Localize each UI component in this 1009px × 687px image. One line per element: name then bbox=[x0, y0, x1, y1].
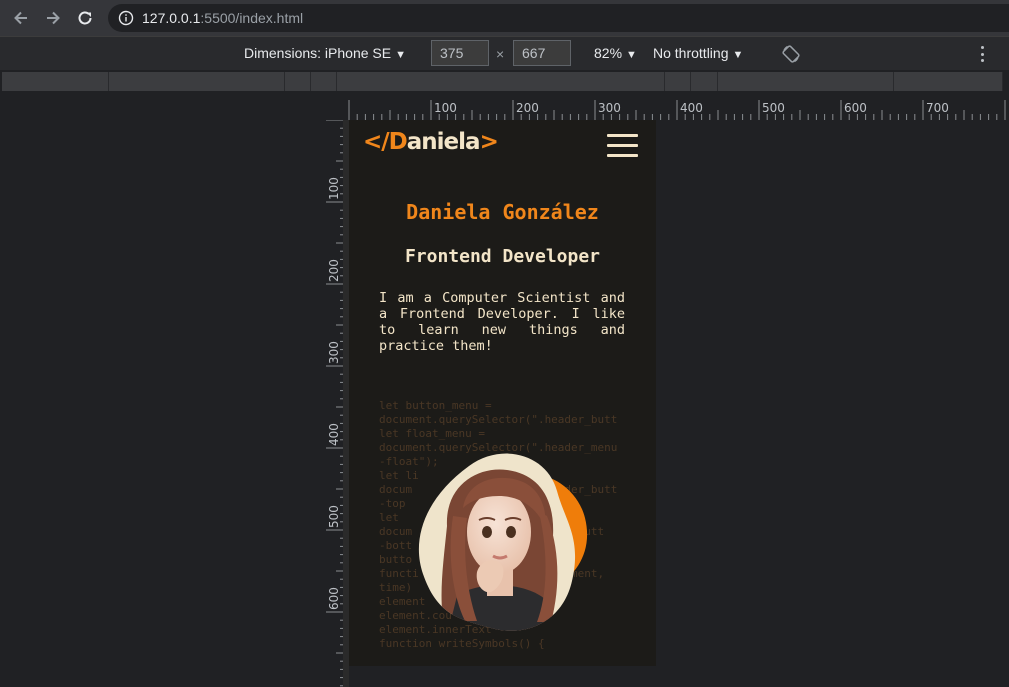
ruler-label: 300 bbox=[327, 341, 341, 364]
ruler-label: 700 bbox=[926, 101, 949, 115]
media-query-segment[interactable] bbox=[718, 72, 894, 91]
throttling-label: No throttling bbox=[653, 45, 729, 61]
avatar bbox=[418, 453, 588, 631]
media-query-segment[interactable] bbox=[665, 72, 691, 91]
back-arrow-icon[interactable] bbox=[9, 6, 33, 30]
dropdown-caret-icon: ▼ bbox=[732, 49, 744, 61]
media-query-segment[interactable] bbox=[894, 72, 1003, 91]
media-query-segment[interactable] bbox=[109, 72, 285, 91]
horizontal-ruler: 100 200 300 400 500 600 700 bbox=[348, 100, 1006, 120]
forward-arrow-icon[interactable] bbox=[41, 6, 65, 30]
browser-toolbar: 127.0.0.1:5500/index.html bbox=[0, 0, 1009, 36]
info-icon[interactable] bbox=[118, 10, 134, 26]
media-query-segment[interactable] bbox=[285, 72, 311, 91]
url-text: 127.0.0.1:5500/index.html bbox=[142, 10, 303, 26]
address-bar[interactable]: 127.0.0.1:5500/index.html bbox=[108, 4, 1009, 32]
media-query-segment[interactable] bbox=[311, 72, 337, 91]
logo-open-tag: </ bbox=[363, 129, 390, 155]
device-viewport: </Daniela> Daniela González Frontend Dev… bbox=[349, 120, 656, 666]
url-host: 127.0.0.1 bbox=[142, 10, 201, 26]
times-separator: × bbox=[496, 46, 505, 62]
logo-close-tag: > bbox=[479, 129, 499, 155]
device-toolbar: Dimensions: iPhone SE ▼ 375 × 667 82% ▼ No… bbox=[0, 36, 1009, 70]
zoom-dropdown[interactable]: 82% ▼ bbox=[594, 45, 637, 61]
media-query-segment[interactable] bbox=[2, 72, 109, 91]
hero-role: Frontend Developer bbox=[404, 246, 601, 267]
ruler-label: 500 bbox=[327, 505, 341, 528]
hamburger-menu-icon[interactable] bbox=[607, 134, 638, 158]
media-query-bar bbox=[0, 70, 1009, 94]
reload-icon[interactable] bbox=[73, 6, 97, 30]
dimensions-label: Dimensions: iPhone SE bbox=[244, 45, 392, 61]
width-input[interactable]: 375 bbox=[431, 40, 489, 66]
dimensions-dropdown[interactable]: Dimensions: iPhone SE ▼ bbox=[244, 45, 406, 61]
more-options-icon[interactable] bbox=[976, 44, 988, 64]
ruler-label: 100 bbox=[434, 101, 457, 115]
rotate-icon[interactable] bbox=[781, 44, 801, 64]
ruler-label: 600 bbox=[844, 101, 867, 115]
throttling-dropdown[interactable]: No throttling ▼ bbox=[653, 45, 743, 61]
dropdown-caret-icon: ▼ bbox=[626, 49, 637, 61]
hero-name: Daniela González bbox=[406, 200, 599, 224]
site-logo[interactable]: </Daniela> bbox=[363, 129, 499, 155]
ruler-label: 100 bbox=[327, 177, 341, 200]
ruler-label: 200 bbox=[516, 101, 539, 115]
ruler-label: 300 bbox=[598, 101, 621, 115]
ruler-label: 400 bbox=[680, 101, 703, 115]
media-query-segment[interactable] bbox=[691, 72, 718, 91]
logo-name: aniela bbox=[406, 129, 481, 155]
logo-initial: D bbox=[388, 129, 408, 155]
height-input[interactable]: 667 bbox=[513, 40, 571, 66]
media-query-segment[interactable] bbox=[337, 72, 665, 91]
ruler-label: 400 bbox=[327, 423, 341, 446]
zoom-label: 82% bbox=[594, 45, 623, 61]
ruler-label: 600 bbox=[327, 587, 341, 610]
ruler-label: 200 bbox=[327, 259, 341, 282]
url-path: :5500/index.html bbox=[200, 10, 304, 26]
hero-bio: I am a Computer Scientist and a Frontend… bbox=[379, 290, 625, 354]
ruler-label: 500 bbox=[762, 101, 785, 115]
memoji-portrait bbox=[441, 469, 558, 631]
dropdown-caret-icon: ▼ bbox=[395, 49, 406, 61]
